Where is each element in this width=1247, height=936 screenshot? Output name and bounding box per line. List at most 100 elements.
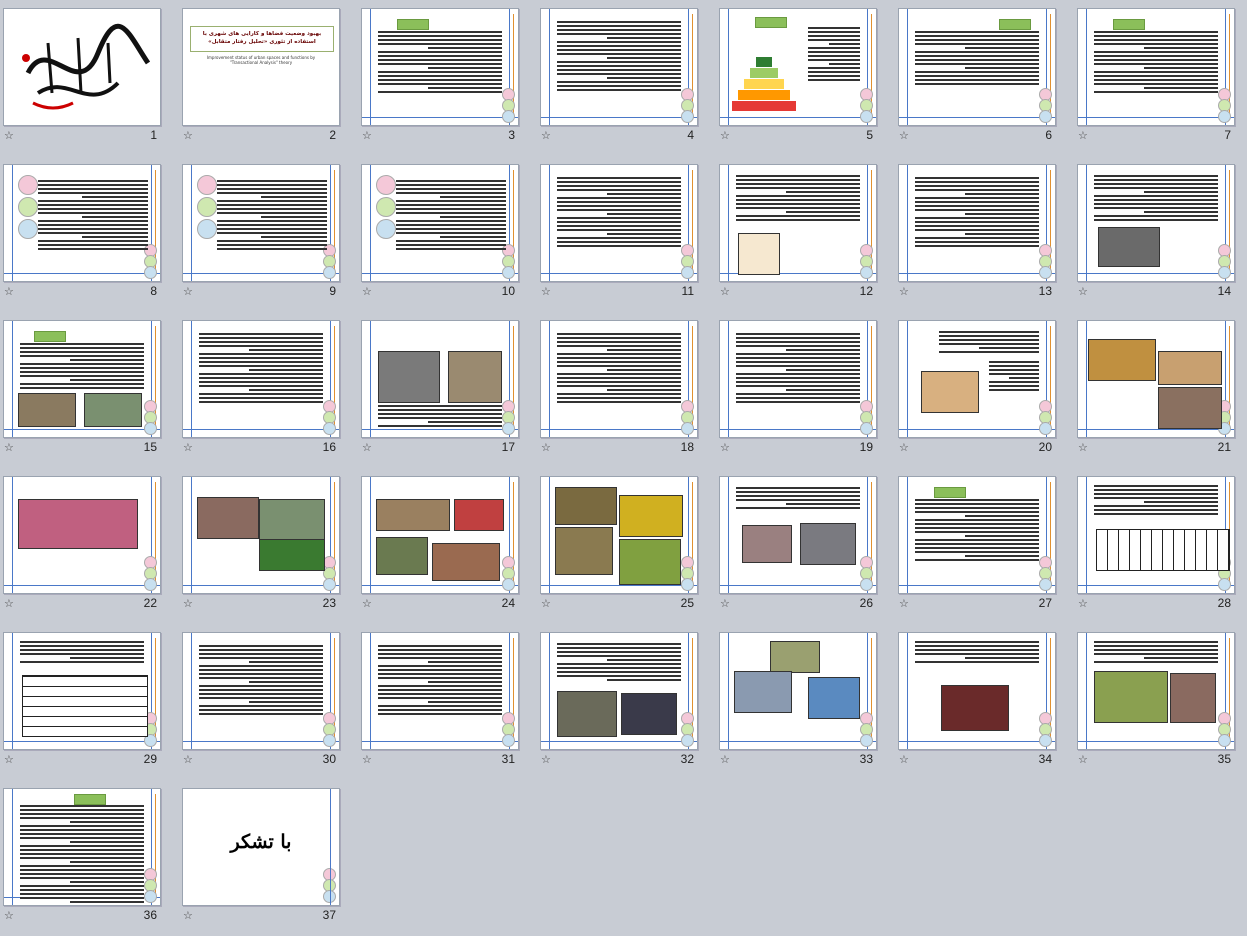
slide-thumbnail[interactable]	[898, 8, 1056, 126]
transition-star-icon[interactable]: ☆	[899, 597, 909, 610]
slide-thumbnail[interactable]	[182, 476, 340, 594]
transition-star-icon[interactable]: ☆	[1078, 441, 1088, 454]
slide-item[interactable]: 26 ☆	[716, 468, 895, 624]
slide-thumbnail[interactable]	[3, 320, 161, 438]
slide-item[interactable]: 17 ☆	[358, 312, 537, 468]
slide-item[interactable]: 19 ☆	[716, 312, 895, 468]
transition-star-icon[interactable]: ☆	[362, 129, 372, 142]
slide-thumbnail[interactable]: با تشکر	[182, 788, 340, 906]
slide-item[interactable]: 12 ☆	[716, 156, 895, 312]
transition-star-icon[interactable]: ☆	[1078, 597, 1088, 610]
slide-item[interactable]: 33 ☆	[716, 624, 895, 780]
slide-thumbnail[interactable]	[719, 320, 877, 438]
transition-star-icon[interactable]: ☆	[899, 285, 909, 298]
transition-star-icon[interactable]: ☆	[541, 285, 551, 298]
slide-item[interactable]: 31 ☆	[358, 624, 537, 780]
slide-thumbnail[interactable]	[182, 320, 340, 438]
transition-star-icon[interactable]: ☆	[720, 597, 730, 610]
transition-star-icon[interactable]: ☆	[183, 597, 193, 610]
transition-star-icon[interactable]: ☆	[183, 129, 193, 142]
slide-thumbnail[interactable]	[3, 164, 161, 282]
slide-item[interactable]: 13 ☆	[895, 156, 1074, 312]
transition-star-icon[interactable]: ☆	[4, 909, 14, 922]
slide-thumbnail[interactable]	[361, 320, 519, 438]
transition-star-icon[interactable]: ☆	[4, 441, 14, 454]
transition-star-icon[interactable]: ☆	[720, 441, 730, 454]
transition-star-icon[interactable]: ☆	[362, 753, 372, 766]
slide-item[interactable]: 24 ☆	[358, 468, 537, 624]
slide-item[interactable]: 3 ☆	[358, 0, 537, 156]
slide-item[interactable]: 16 ☆	[179, 312, 358, 468]
transition-star-icon[interactable]: ☆	[1078, 753, 1088, 766]
slide-thumbnail[interactable]	[3, 8, 161, 126]
slide-item[interactable]: 20 ☆	[895, 312, 1074, 468]
transition-star-icon[interactable]: ☆	[4, 129, 14, 142]
slide-item[interactable]: 27 ☆	[895, 468, 1074, 624]
slide-thumbnail[interactable]: بهبود وضعیت فضاها و کارایی های شهری با ا…	[182, 8, 340, 126]
slide-thumbnail[interactable]	[3, 788, 161, 906]
slide-item[interactable]: 18 ☆	[537, 312, 716, 468]
slide-item[interactable]: 21 ☆	[1074, 312, 1247, 468]
slide-thumbnail[interactable]	[3, 476, 161, 594]
slide-thumbnail[interactable]	[361, 164, 519, 282]
slide-thumbnail[interactable]	[540, 476, 698, 594]
transition-star-icon[interactable]: ☆	[899, 753, 909, 766]
slide-thumbnail[interactable]	[1077, 8, 1235, 126]
slide-item[interactable]: 7 ☆	[1074, 0, 1247, 156]
slide-thumbnail[interactable]	[182, 164, 340, 282]
slide-thumbnail[interactable]	[361, 8, 519, 126]
slide-thumbnail[interactable]	[1077, 632, 1235, 750]
slide-item[interactable]: 11 ☆	[537, 156, 716, 312]
slide-thumbnail[interactable]	[540, 8, 698, 126]
transition-star-icon[interactable]: ☆	[720, 753, 730, 766]
slide-thumbnail[interactable]	[719, 164, 877, 282]
slide-thumbnail[interactable]	[898, 632, 1056, 750]
slide-item[interactable]: 34 ☆	[895, 624, 1074, 780]
slide-thumbnail[interactable]	[1077, 164, 1235, 282]
slide-thumbnail[interactable]	[719, 632, 877, 750]
slide-item[interactable]: 30 ☆	[179, 624, 358, 780]
slide-thumbnail[interactable]	[540, 320, 698, 438]
slide-item[interactable]: 35 ☆	[1074, 624, 1247, 780]
slide-item[interactable]: 10 ☆	[358, 156, 537, 312]
slide-thumbnail[interactable]	[540, 164, 698, 282]
transition-star-icon[interactable]: ☆	[541, 597, 551, 610]
slide-item[interactable]: 8 ☆	[0, 156, 179, 312]
slide-thumbnail[interactable]	[361, 476, 519, 594]
slide-item[interactable]: 6 ☆	[895, 0, 1074, 156]
transition-star-icon[interactable]: ☆	[4, 285, 14, 298]
slide-item[interactable]: 14 ☆	[1074, 156, 1247, 312]
slide-thumbnail[interactable]	[898, 164, 1056, 282]
slide-thumbnail[interactable]	[1077, 476, 1235, 594]
transition-star-icon[interactable]: ☆	[362, 285, 372, 298]
transition-star-icon[interactable]: ☆	[1078, 129, 1088, 142]
slide-item[interactable]: بهبود وضعیت فضاها و کارایی های شهری با ا…	[179, 0, 358, 156]
slide-thumbnail[interactable]	[719, 8, 877, 126]
transition-star-icon[interactable]: ☆	[899, 441, 909, 454]
slide-thumbnail[interactable]	[1077, 320, 1235, 438]
transition-star-icon[interactable]: ☆	[541, 753, 551, 766]
slide-thumbnail[interactable]	[898, 476, 1056, 594]
slide-thumbnail[interactable]	[182, 632, 340, 750]
slide-item[interactable]: 36 ☆	[0, 780, 179, 936]
slide-thumbnail[interactable]	[898, 320, 1056, 438]
slide-item[interactable]: 15 ☆	[0, 312, 179, 468]
transition-star-icon[interactable]: ☆	[1078, 285, 1088, 298]
slide-item[interactable]: با تشکر 37 ☆	[179, 780, 358, 936]
transition-star-icon[interactable]: ☆	[183, 753, 193, 766]
slide-item[interactable]: 29 ☆	[0, 624, 179, 780]
slide-thumbnail[interactable]	[540, 632, 698, 750]
transition-star-icon[interactable]: ☆	[362, 597, 372, 610]
slide-item[interactable]: 25 ☆	[537, 468, 716, 624]
transition-star-icon[interactable]: ☆	[183, 441, 193, 454]
slide-item[interactable]: 23 ☆	[179, 468, 358, 624]
slide-item[interactable]: 28 ☆	[1074, 468, 1247, 624]
slide-item[interactable]: 1 ☆	[0, 0, 179, 156]
transition-star-icon[interactable]: ☆	[183, 909, 193, 922]
slide-item[interactable]: 5 ☆	[716, 0, 895, 156]
transition-star-icon[interactable]: ☆	[720, 129, 730, 142]
slide-item[interactable]: 22 ☆	[0, 468, 179, 624]
slide-thumbnail[interactable]	[719, 476, 877, 594]
transition-star-icon[interactable]: ☆	[899, 129, 909, 142]
slide-thumbnail[interactable]	[361, 632, 519, 750]
